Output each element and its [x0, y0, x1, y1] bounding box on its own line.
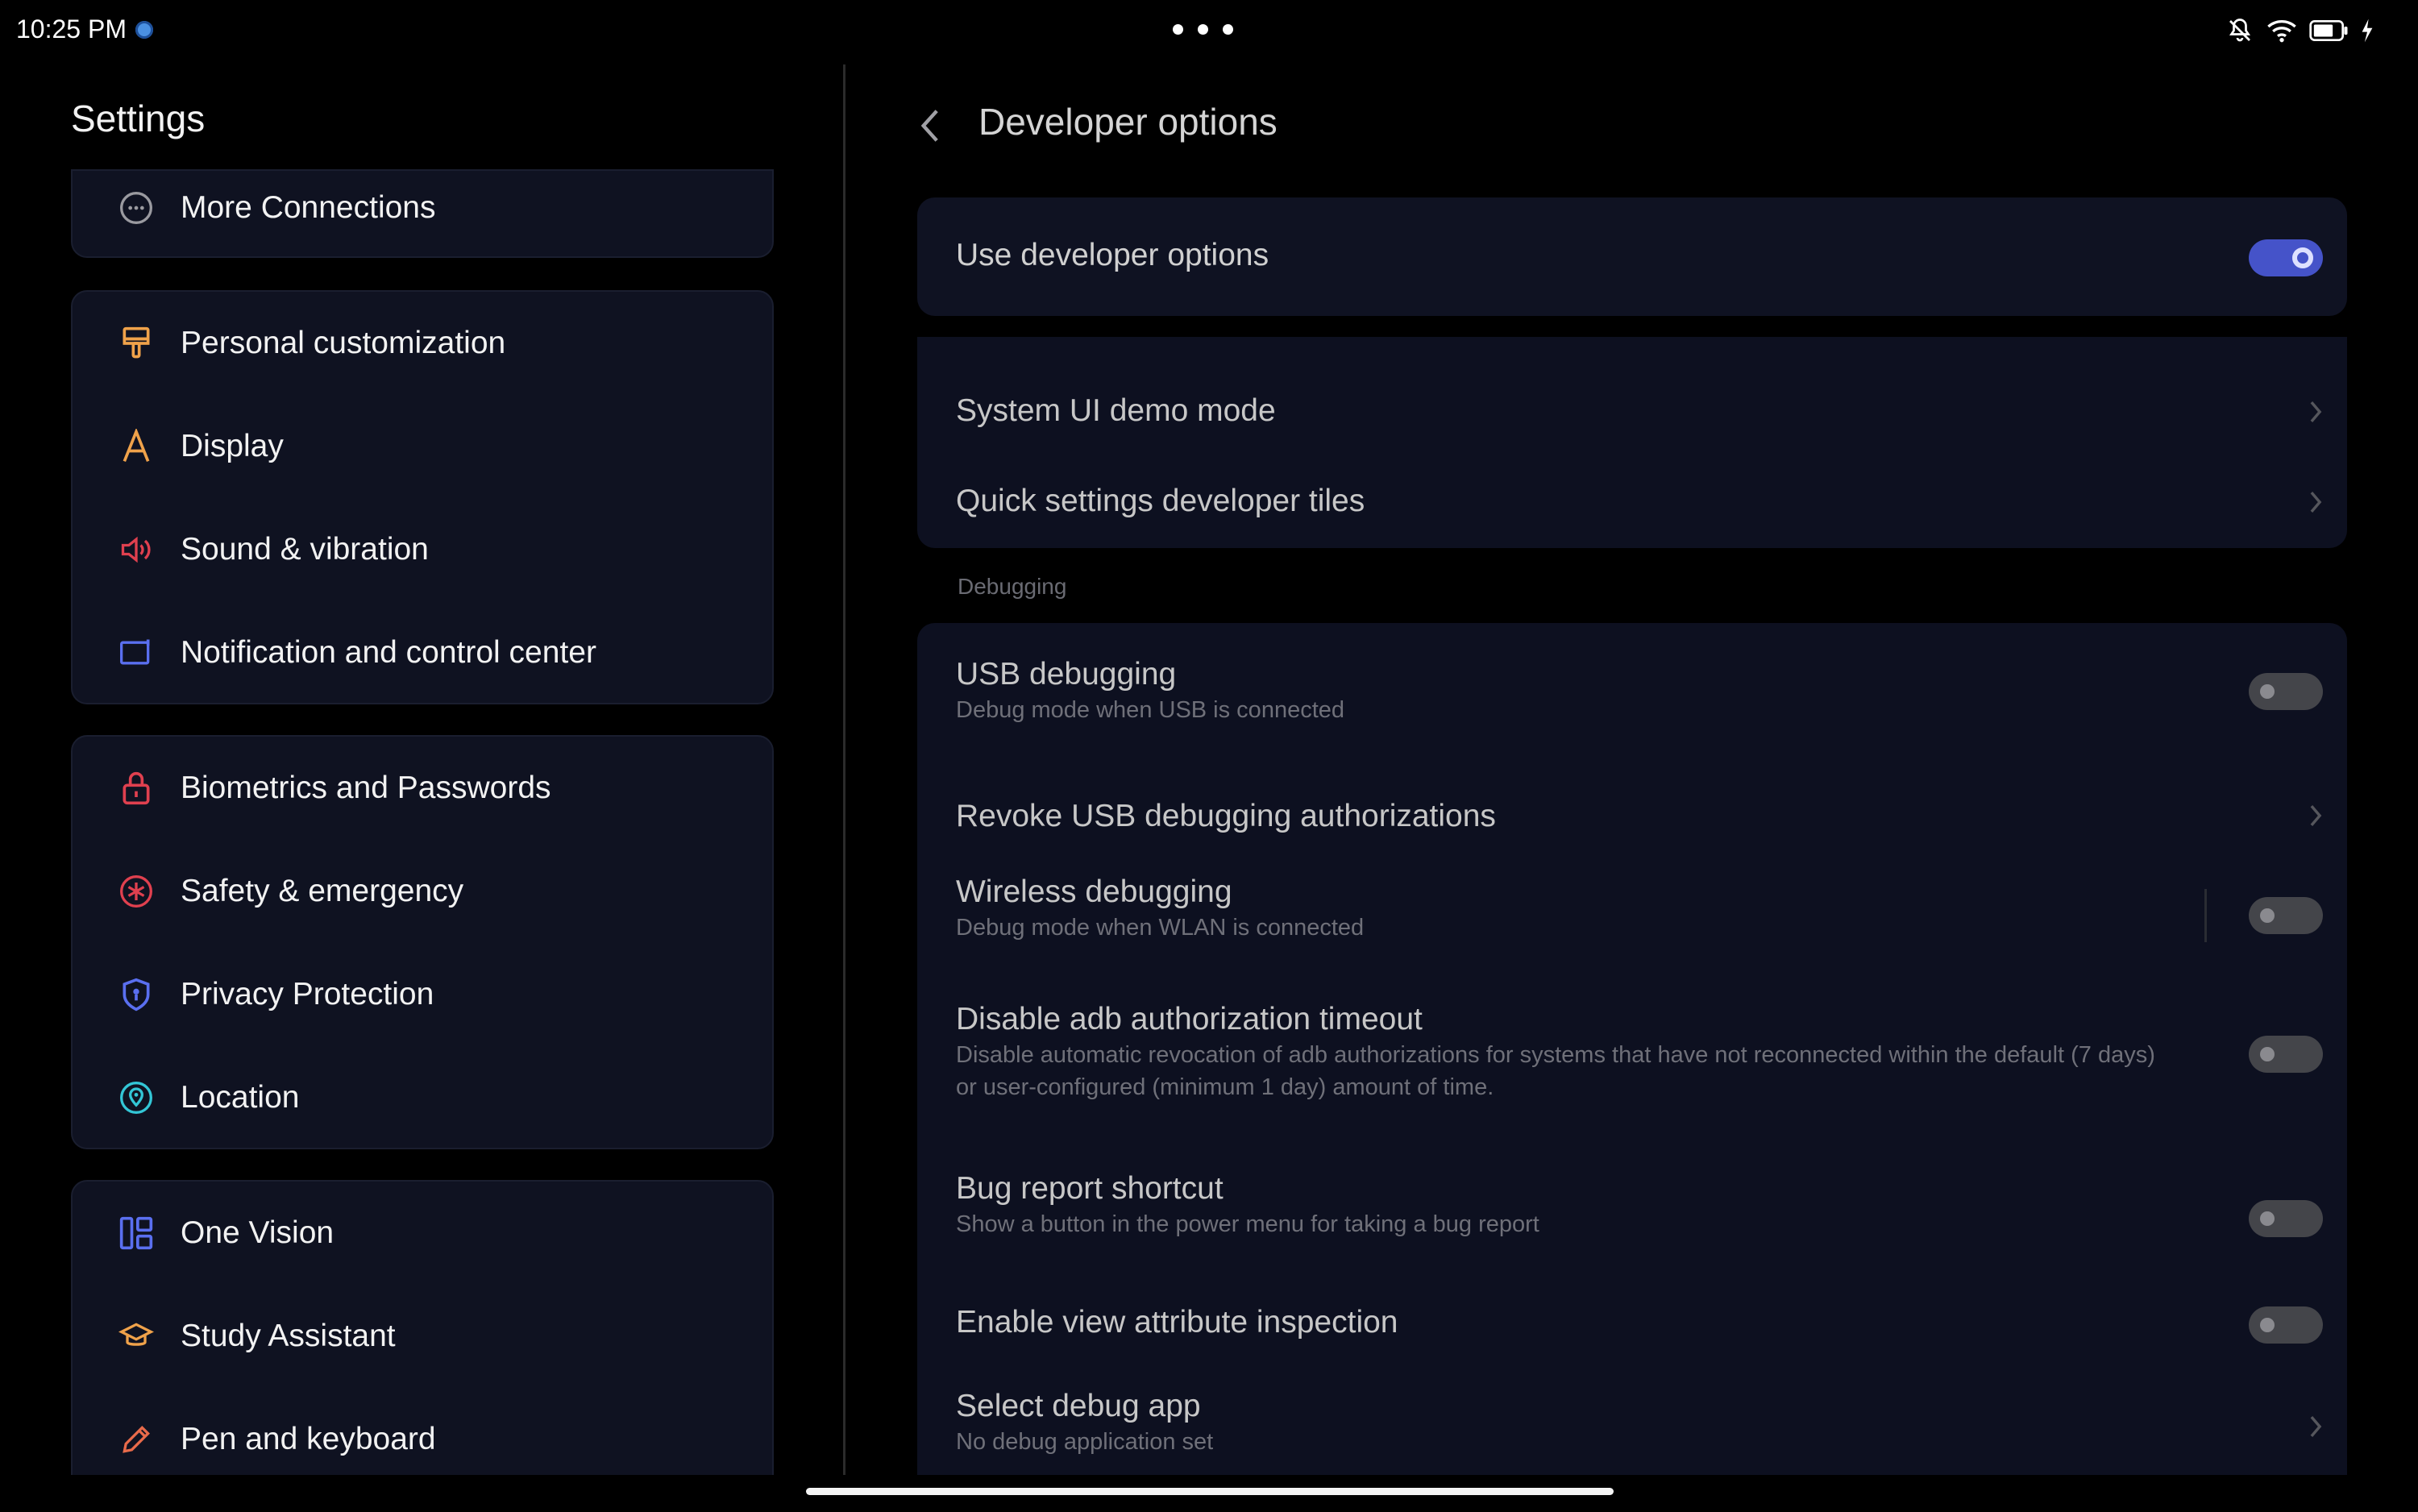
usb-debugging-subtitle: Debug mode when USB is connected: [956, 697, 1345, 723]
view-attribute-inspection-title: Enable view attribute inspection: [956, 1305, 1398, 1340]
section-label-debugging: Debugging: [958, 574, 1067, 599]
status-icons: [2225, 16, 2374, 45]
bug-report-shortcut-toggle[interactable]: [2249, 1200, 2323, 1237]
sidebar-item-privacy-protection[interactable]: Privacy Protection: [73, 943, 772, 1046]
sidebar-item-label: Location: [181, 1080, 300, 1115]
wireless-debugging-title: Wireless debugging: [956, 874, 1232, 909]
graduation-cap-icon: [118, 1318, 155, 1355]
sidebar-item-pen-keyboard[interactable]: Pen and keyboard: [73, 1388, 772, 1475]
usb-debugging-row[interactable]: USB debugging Debug mode when USB is con…: [917, 647, 2347, 752]
disable-adb-timeout-title: Disable adb authorization timeout: [956, 1002, 1423, 1036]
location-pin-icon: [118, 1079, 155, 1116]
disable-adb-timeout-subtitle-line2: or user-configured (minimum 1 day) amoun…: [956, 1074, 1494, 1100]
bell-off-icon: [2229, 19, 2251, 42]
sidebar-item-location[interactable]: Location: [73, 1046, 772, 1149]
charging-icon: [2362, 19, 2373, 43]
sidebar-item-one-vision[interactable]: One Vision: [73, 1182, 772, 1285]
sidebar-item-label: Notification and control center: [181, 635, 596, 670]
disable-adb-timeout-row[interactable]: Disable adb authorization timeout Disabl…: [917, 994, 2347, 1123]
wireless-debugging-separator: [2204, 889, 2207, 942]
wireless-debugging-toggle[interactable]: [2249, 897, 2323, 934]
sidebar-item-display[interactable]: Display: [73, 395, 772, 498]
sidebar-item-personal-customization[interactable]: Personal customization: [73, 292, 772, 395]
chevron-left-icon: [920, 110, 938, 142]
sidebar-item-label: Safety & emergency: [181, 874, 464, 908]
developer-options-pane: Developer options Use developer options …: [846, 64, 2418, 1475]
battery-icon: [2309, 20, 2348, 41]
use-developer-options-label: Use developer options: [956, 238, 1269, 272]
revoke-usb-authorizations-row[interactable]: Revoke USB debugging authorizations: [917, 768, 2347, 857]
use-developer-options-row[interactable]: Use developer options: [917, 197, 2347, 316]
revoke-usb-authorizations-title: Revoke USB debugging authorizations: [956, 799, 1496, 833]
select-debug-app-row[interactable]: Select debug app No debug application se…: [917, 1381, 2347, 1475]
wifi-icon: [2267, 20, 2296, 43]
home-indicator[interactable]: [806, 1488, 1614, 1495]
quick-settings-tiles-label: Quick settings developer tiles: [956, 484, 1365, 518]
pane-divider: [843, 64, 845, 1475]
chevron-right-icon: [2310, 401, 2322, 423]
sidebar-item-label: One Vision: [181, 1215, 334, 1250]
sidebar-item-label: More Connections: [181, 190, 436, 225]
sidebar-item-safety-emergency[interactable]: Safety & emergency: [73, 840, 772, 943]
select-debug-app-subtitle: No debug application set: [956, 1429, 1214, 1455]
sidebar-item-study-assistant[interactable]: Study Assistant: [73, 1285, 772, 1388]
select-debug-app-title: Select debug app: [956, 1389, 1201, 1423]
back-button[interactable]: [909, 103, 949, 148]
multitask-dots-icon[interactable]: [1173, 24, 1233, 35]
use-developer-options-card: Use developer options: [917, 197, 2347, 316]
view-attribute-inspection-row[interactable]: Enable view attribute inspection: [917, 1284, 2347, 1365]
status-time: 10:25 PM: [16, 15, 127, 44]
pen-icon: [118, 1421, 155, 1458]
disable-adb-timeout-toggle[interactable]: [2249, 1036, 2323, 1073]
quick-settings-tiles-row[interactable]: Quick settings developer tiles: [917, 467, 2347, 540]
disable-adb-timeout-subtitle-line1: Disable automatic revocation of adb auth…: [956, 1042, 2155, 1068]
chevron-right-icon: [2310, 491, 2322, 513]
status-bar: 10:25 PM: [0, 0, 2418, 64]
bug-report-shortcut-row[interactable]: Bug report shortcut Show a button in the…: [917, 1163, 2347, 1260]
sidebar-item-biometrics-passwords[interactable]: Biometrics and Passwords: [73, 737, 772, 840]
system-ui-demo-mode-row[interactable]: System UI demo mode: [917, 377, 2347, 450]
sidebar-item-label: Biometrics and Passwords: [181, 771, 551, 805]
use-developer-options-toggle[interactable]: [2249, 239, 2323, 276]
lock-icon: [118, 770, 155, 807]
speaker-icon: [118, 531, 155, 568]
settings-group-personal: Personal customization Display Sound & v…: [71, 290, 774, 704]
bug-report-shortcut-subtitle: Show a button in the power menu for taki…: [956, 1211, 1539, 1237]
one-vision-icon: [118, 1215, 155, 1252]
view-attribute-inspection-toggle[interactable]: [2249, 1306, 2323, 1344]
settings-title: Settings: [71, 98, 206, 139]
settings-group-tools: One Vision Study Assistant Pen and keybo…: [71, 1180, 774, 1475]
display-letter-icon: [118, 428, 155, 465]
wireless-debugging-row[interactable]: Wireless debugging Debug mode when WLAN …: [917, 865, 2347, 970]
notification-dot-icon: [135, 21, 153, 39]
usb-debugging-title: USB debugging: [956, 657, 1177, 692]
page-title: Developer options: [978, 101, 1278, 143]
wireless-debugging-subtitle: Debug mode when WLAN is connected: [956, 915, 1365, 941]
more-connections-icon: [118, 189, 155, 226]
chevron-right-icon: [2310, 1415, 2322, 1438]
sidebar-item-more-connections[interactable]: More Connections: [73, 156, 772, 260]
sidebar-item-label: Study Assistant: [181, 1319, 396, 1353]
system-ui-demo-mode-label: System UI demo mode: [956, 393, 1276, 428]
sidebar-item-sound-vibration[interactable]: Sound & vibration: [73, 498, 772, 601]
system-ui-card: System UI demo mode Quick settings devel…: [917, 337, 2347, 548]
sidebar-item-label: Pen and keyboard: [181, 1422, 436, 1456]
sidebar-item-notification-control-center[interactable]: Notification and control center: [73, 601, 772, 704]
brush-icon: [118, 325, 155, 362]
notification-panel-icon: [118, 634, 155, 671]
settings-group-connections: More Connections: [71, 169, 774, 258]
sidebar-item-label: Personal customization: [181, 326, 506, 360]
shield-icon: [118, 976, 155, 1013]
sidebar-item-label: Sound & vibration: [181, 532, 429, 567]
sidebar-item-label: Privacy Protection: [181, 977, 434, 1011]
debugging-card: USB debugging Debug mode when USB is con…: [917, 623, 2347, 1475]
chevron-right-icon: [2310, 804, 2322, 827]
bug-report-shortcut-title: Bug report shortcut: [956, 1171, 1224, 1206]
settings-sidebar: Settings More Connections Personal custo…: [0, 64, 843, 1475]
emergency-icon: [118, 873, 155, 910]
settings-group-security: Biometrics and Passwords Safety & emerge…: [71, 735, 774, 1149]
usb-debugging-toggle[interactable]: [2249, 673, 2323, 710]
sidebar-item-label: Display: [181, 429, 284, 463]
